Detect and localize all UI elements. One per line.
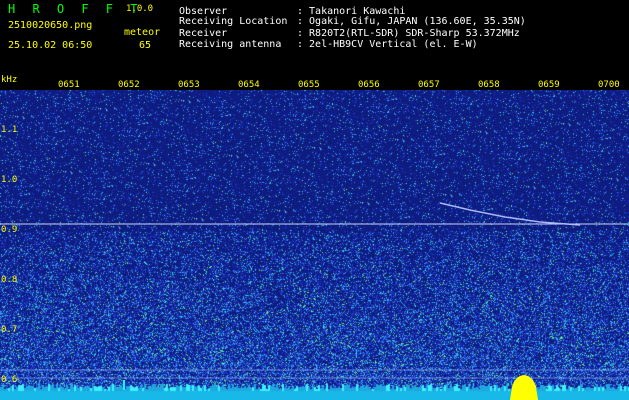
x-tick-0700: 0700 xyxy=(598,80,620,90)
spectrogram-plot xyxy=(0,90,629,400)
y-tick-0-9: 0.9 xyxy=(1,225,18,235)
y-tick-0-6: 0.6 xyxy=(1,375,18,385)
file-name: 2510020650.png xyxy=(8,20,93,31)
meteor-count-label: meteor xyxy=(124,27,161,38)
app-version: 1.0.0 xyxy=(126,4,154,14)
meteor-echo-blob xyxy=(510,375,538,400)
location-value: : Ogaki, Gifu, JAPAN (136.60E, 35.35N) xyxy=(297,16,526,27)
hrofft-window: H R O F F T 1.0.0 2510020650.png 25.10.0… xyxy=(0,0,629,400)
x-tick-0659: 0659 xyxy=(538,80,560,90)
receiver-label: Receiver xyxy=(179,28,228,39)
receiver-value: : R820T2(RTL-SDR) SDR-Sharp 53.372MHz xyxy=(297,28,520,39)
meteor-count-value: 65 xyxy=(139,40,152,51)
y-tick-1-1: 1.1 xyxy=(1,125,18,135)
x-tick-0658: 0658 xyxy=(478,80,500,90)
x-tick-0653: 0653 xyxy=(178,80,200,90)
x-tick-0657: 0657 xyxy=(418,80,440,90)
x-tick-0654: 0654 xyxy=(238,80,260,90)
frequency-unit: kHz xyxy=(1,75,18,85)
x-tick-0656: 0656 xyxy=(358,80,380,90)
antenna-label: Receiving antenna xyxy=(179,39,282,50)
y-tick-0-7: 0.7 xyxy=(1,325,18,335)
x-tick-0655: 0655 xyxy=(298,80,320,90)
date-time: 25.10.02 06:50 xyxy=(8,40,93,51)
meteor-echo-trail xyxy=(439,202,581,226)
location-label: Receiving Location xyxy=(179,16,288,27)
y-tick-0-8: 0.8 xyxy=(1,275,18,285)
spectrogram-overlay xyxy=(0,202,629,400)
x-tick-0651: 0651 xyxy=(58,80,80,90)
app-title: H R O F F T xyxy=(8,2,143,16)
x-tick-0652: 0652 xyxy=(118,80,140,90)
antenna-value: : 2el-HB9CV Vertical (el. E-W) xyxy=(297,39,478,50)
y-tick-1-0: 1.0 xyxy=(1,175,18,185)
